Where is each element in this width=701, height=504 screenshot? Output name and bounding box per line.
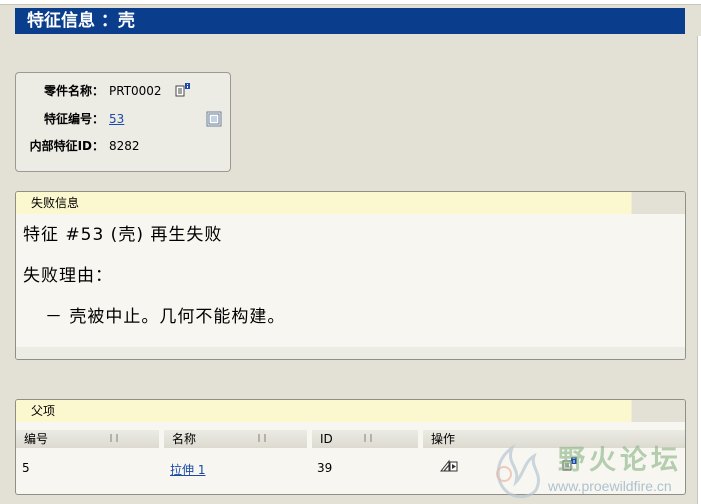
column-header-number-label: 编号	[24, 432, 49, 446]
column-resize-icon	[258, 434, 266, 442]
internal-id-value: 8282	[109, 139, 140, 153]
feature-number-link[interactable]: 53	[109, 109, 124, 129]
top-edge	[0, 0, 701, 5]
column-header-id[interactable]: ID	[312, 430, 418, 448]
parent-id-cell: 39	[317, 461, 333, 475]
part-name-row: 零件名称：	[16, 81, 104, 101]
page-title: 特征信息 ：壳	[15, 8, 685, 34]
feature-info-box: 零件名称： PRT0002 特征编号： 53 内部特征ID： 8282	[15, 72, 231, 172]
parents-panel-header: 父项	[16, 400, 685, 422]
failure-reason-label: 失败理由：	[23, 266, 113, 286]
column-header-actions[interactable]: 操作	[423, 430, 685, 448]
feature-number-label: 特征编号：	[43, 112, 104, 126]
internal-id-row: 内部特征ID：	[16, 136, 104, 156]
column-header-name[interactable]: 名称	[164, 430, 307, 448]
part-name-value: PRT0002	[109, 84, 162, 98]
feature-number-row: 特征编号：	[16, 109, 104, 129]
column-header-actions-label: 操作	[431, 432, 456, 446]
part-name-label: 零件名称：	[43, 84, 104, 98]
column-resize-icon	[110, 434, 118, 442]
scrollbar[interactable]	[697, 36, 701, 504]
failure-panel: 失败信息 特征 #53 (壳) 再生失败 失败理由： － 壳被中止。几何不能构建…	[15, 191, 686, 360]
failure-message: 特征 #53 (壳) 再生失败	[23, 225, 223, 245]
column-header-number[interactable]: 编号	[16, 430, 159, 448]
failure-reason: － 壳被中止。几何不能构建。	[45, 307, 286, 327]
column-header-id-label: ID	[320, 432, 333, 446]
column-resize-icon	[364, 434, 372, 442]
copy-icon[interactable]	[175, 82, 191, 98]
info-icon[interactable]	[206, 111, 222, 127]
failure-panel-footer	[16, 347, 685, 359]
parent-name-link[interactable]: 拉伸 1	[170, 461, 205, 478]
parents-panel: 父项 编号 名称 ID 操作 5 拉伸 1 39	[15, 399, 686, 495]
edit-definition-icon[interactable]	[439, 458, 458, 474]
parent-number-cell: 5	[22, 461, 30, 475]
failure-panel-header: 失败信息	[16, 192, 685, 214]
info-small-icon[interactable]	[562, 456, 578, 472]
internal-id-label: 内部特征ID：	[29, 139, 104, 153]
column-header-name-label: 名称	[172, 432, 197, 446]
